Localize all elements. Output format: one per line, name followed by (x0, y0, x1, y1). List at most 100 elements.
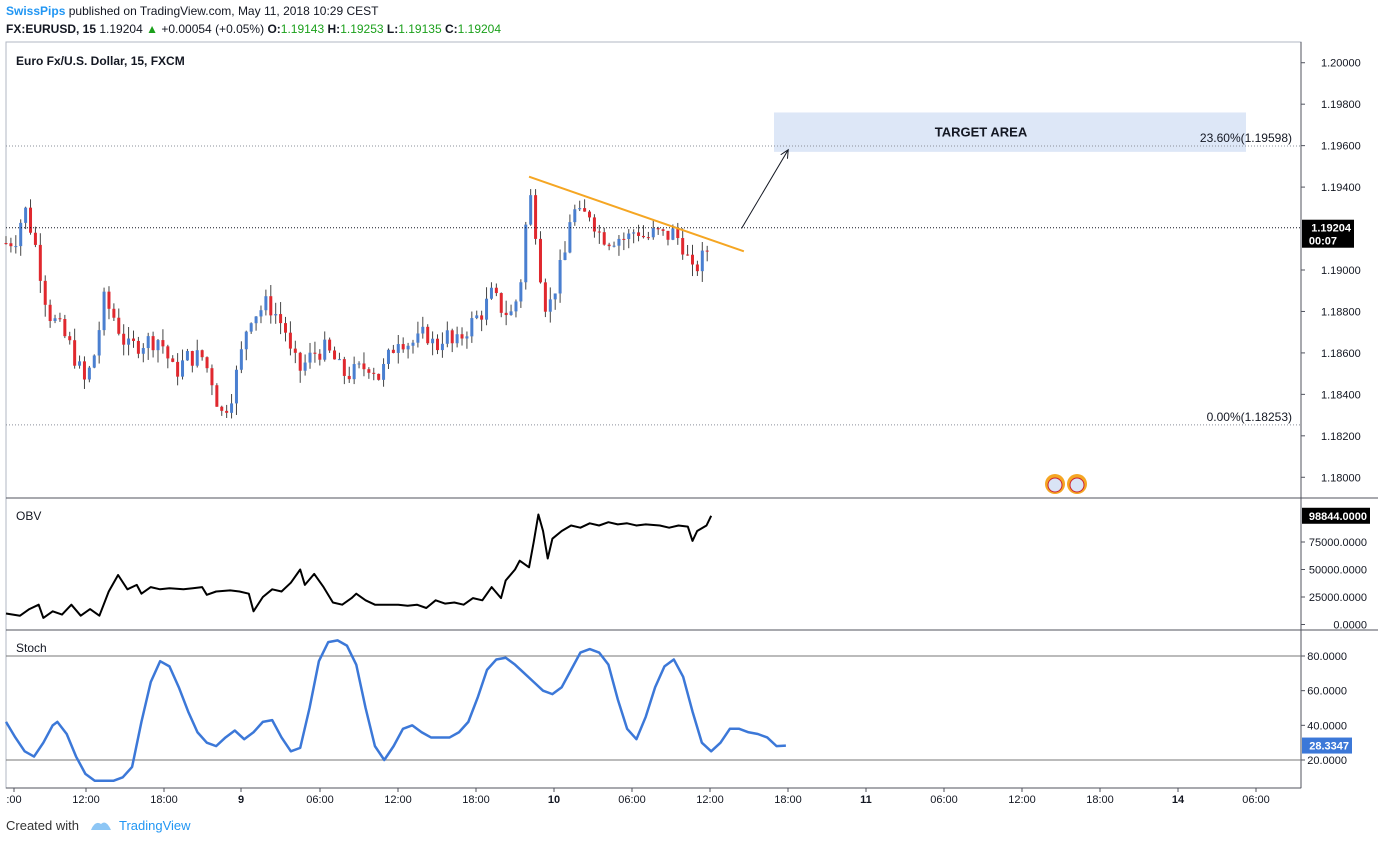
candle-body (485, 298, 489, 320)
obv-tick-label: 50000.0000 (1309, 565, 1367, 577)
candle-body (92, 355, 96, 368)
candle-body (190, 351, 194, 366)
candle-body (215, 385, 219, 407)
price-tick-label: 1.20000 (1321, 58, 1361, 70)
stoch-tick-label: 20.0000 (1307, 755, 1347, 767)
fib-level-label: 0.00%(1.18253) (1207, 410, 1292, 424)
candle-body (342, 359, 346, 376)
candle-body (136, 340, 140, 354)
candle-body (607, 244, 611, 247)
candle-body (117, 317, 121, 334)
obv-title: OBV (16, 509, 41, 523)
candle-body (426, 326, 430, 344)
candle-body (411, 342, 415, 346)
x-tick-label: :00 (6, 794, 21, 806)
candle-body (583, 208, 587, 212)
stoch-tick-label: 80.0000 (1307, 651, 1347, 663)
candle-body (58, 318, 62, 320)
x-tick-label: 9 (238, 794, 244, 806)
candle-body (33, 232, 37, 245)
obv-tick-label: 75000.0000 (1309, 537, 1367, 549)
candle-body (161, 340, 165, 347)
candle-body (288, 332, 292, 349)
price-tick-label: 1.18800 (1321, 306, 1361, 318)
candle-body (146, 336, 150, 349)
footer: Created with TradingView (6, 818, 191, 833)
candle-body (264, 296, 268, 311)
candle-body (661, 229, 665, 231)
candle-body (303, 362, 307, 371)
obv-tick-label: 0.0000 (1333, 620, 1367, 632)
candle-body (455, 334, 459, 344)
obv-line (5, 513, 713, 619)
candle-body (283, 323, 287, 333)
candle-body (519, 282, 523, 302)
candle-body (509, 311, 513, 316)
candle-body (195, 350, 199, 366)
candle-body (185, 351, 189, 361)
candle-body (298, 352, 302, 371)
candle-body (602, 232, 606, 245)
candle-body (357, 363, 361, 365)
stoch-pane: Stoch 80.0000 60.0000 40.0000 20.0000 28.3347 (4, 639, 1352, 783)
candle-body (406, 345, 410, 350)
tradingview-link[interactable]: TradingView (119, 818, 191, 833)
candle-body (352, 364, 356, 380)
candle-body (313, 352, 317, 354)
candle-body (323, 339, 327, 360)
candle-body (181, 360, 185, 377)
candle-body (63, 319, 67, 337)
candle-body (440, 343, 444, 351)
candle-body (597, 231, 601, 233)
candle-body (102, 291, 106, 331)
stoch-tick-label: 60.0000 (1307, 686, 1347, 698)
candle-body (234, 369, 238, 404)
candle-body (690, 254, 694, 265)
price-pane: Euro Fx/U.S. Dollar, 15, FXCM 1.20000 1.19… (4, 54, 1361, 484)
candle-body (396, 344, 400, 353)
candle-body (131, 338, 135, 341)
candle-body (274, 314, 278, 316)
candle-body (244, 331, 248, 350)
price-tick-label: 1.19000 (1321, 265, 1361, 277)
candle-body (318, 353, 322, 360)
candle-body (48, 304, 52, 322)
candle-body (445, 330, 449, 344)
candle-body (436, 338, 440, 351)
candle-body (641, 235, 645, 238)
event-icons[interactable] (1045, 474, 1087, 494)
candle-body (205, 357, 209, 369)
candle-body (38, 244, 42, 281)
x-tick-label: 18:00 (774, 794, 802, 806)
price-tick-label: 1.19800 (1321, 99, 1361, 111)
projection-arrow-line (741, 149, 789, 229)
chart-canvas[interactable]: Euro Fx/U.S. Dollar, 15, FXCM 1.20000 1.19… (0, 0, 1384, 844)
candle-body (308, 352, 312, 363)
candle-body (269, 296, 273, 316)
candle-body (504, 312, 508, 316)
candle-body (259, 310, 263, 317)
candle-body (627, 233, 631, 240)
candle-body (73, 340, 77, 366)
candle-body (494, 287, 498, 294)
candle-body (372, 372, 376, 374)
x-tick-label: 18:00 (150, 794, 178, 806)
candle-body (612, 245, 616, 247)
candle-body (97, 330, 101, 356)
candle-body (122, 333, 126, 345)
candle-body (499, 293, 503, 313)
x-tick-label: 10 (548, 794, 560, 806)
candle-body (695, 264, 699, 272)
candle-body (43, 280, 47, 305)
candle-body (386, 349, 390, 364)
x-axis: :00 12:00 18:00 9 06:00 12:00 18:00 10 06:00 12:0… (6, 788, 1270, 806)
candle-body (279, 314, 283, 324)
x-tick-label: 11 (860, 794, 872, 806)
candle-body (475, 315, 479, 319)
x-tick-label: 12:00 (1008, 794, 1036, 806)
x-tick-label: 12:00 (384, 794, 412, 806)
candle-body (666, 230, 670, 240)
candle-body (249, 323, 253, 332)
candle-body (151, 336, 155, 351)
candle-body (382, 363, 386, 380)
